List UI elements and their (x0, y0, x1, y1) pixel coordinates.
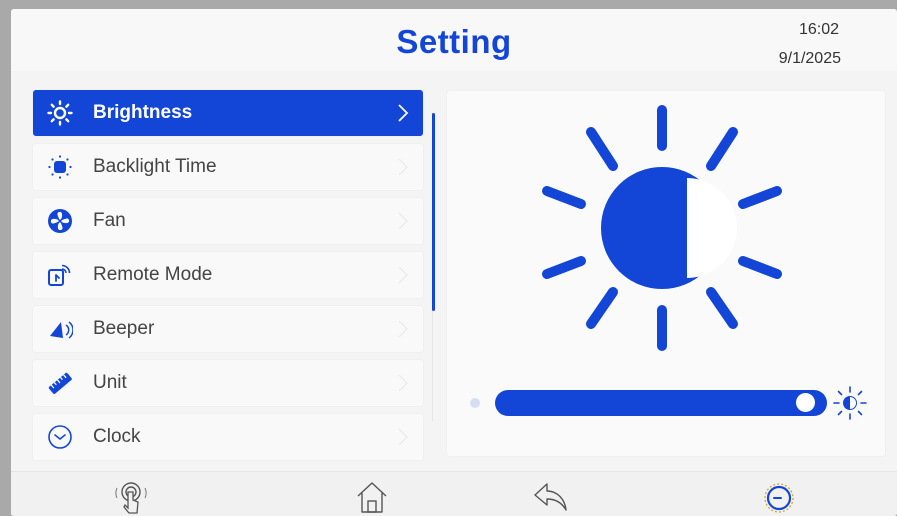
menu-item-label: Beeper (93, 318, 155, 339)
settings-screen: Setting 16:02 9/1/2025 Brightness Backli… (11, 9, 897, 516)
menu-item-beeper[interactable]: Beeper (33, 306, 423, 352)
home-icon[interactable] (352, 478, 392, 516)
clock-time: 16:02 (798, 21, 839, 38)
menu-item-brightness[interactable]: Brightness (33, 90, 423, 136)
menu-item-remote-mode[interactable]: Remote Mode (33, 252, 423, 298)
menu-item-backlight-time[interactable]: Backlight Time (33, 144, 423, 190)
dim-sun-icon (470, 398, 480, 408)
menu-item-label: Fan (93, 210, 126, 231)
bottom-nav (11, 471, 897, 516)
menu-item-label: Clock (93, 426, 141, 447)
header: Setting 16:02 9/1/2025 (11, 9, 897, 71)
chevron-right-icon (398, 374, 409, 392)
menu-scroll-track (432, 311, 433, 421)
chevron-right-icon (398, 158, 409, 176)
menu-item-clock[interactable]: Clock (33, 414, 423, 460)
page-title: Setting (396, 23, 512, 60)
menu-item-label: Brightness (93, 102, 193, 123)
brightness-panel (447, 91, 885, 456)
touch-icon[interactable] (111, 478, 151, 516)
clock-icon (48, 425, 72, 449)
brightness-slider[interactable] (495, 390, 827, 416)
brightness-icon (47, 100, 73, 126)
menu-item-label: Unit (93, 372, 127, 393)
large-sun-icon (542, 105, 782, 351)
chevron-right-icon (398, 428, 409, 446)
menu-item-label: Remote Mode (93, 264, 213, 285)
back-icon[interactable] (531, 478, 571, 516)
bright-sun-icon (833, 386, 867, 420)
menu-item-unit[interactable]: Unit (33, 360, 423, 406)
speaker-icon (50, 321, 73, 339)
ruler-icon (48, 372, 72, 394)
power-icon[interactable] (759, 478, 799, 516)
chevron-right-icon (398, 266, 409, 284)
menu-item-fan[interactable]: Fan (33, 198, 423, 244)
menu-scrollbar[interactable] (432, 113, 435, 311)
chevron-right-icon (398, 320, 409, 338)
brightness-slider-thumb[interactable] (796, 393, 815, 412)
menu-item-label: Backlight Time (93, 156, 217, 177)
settings-menu: Brightness Backlight Time Fan Remote Mod… (33, 90, 423, 468)
backlight-icon (48, 155, 72, 179)
clock-date: 9/1/2025 (778, 50, 841, 67)
chevron-right-icon (398, 104, 409, 122)
chevron-right-icon (398, 212, 409, 230)
remote-icon (48, 264, 71, 286)
fan-icon (48, 209, 72, 233)
